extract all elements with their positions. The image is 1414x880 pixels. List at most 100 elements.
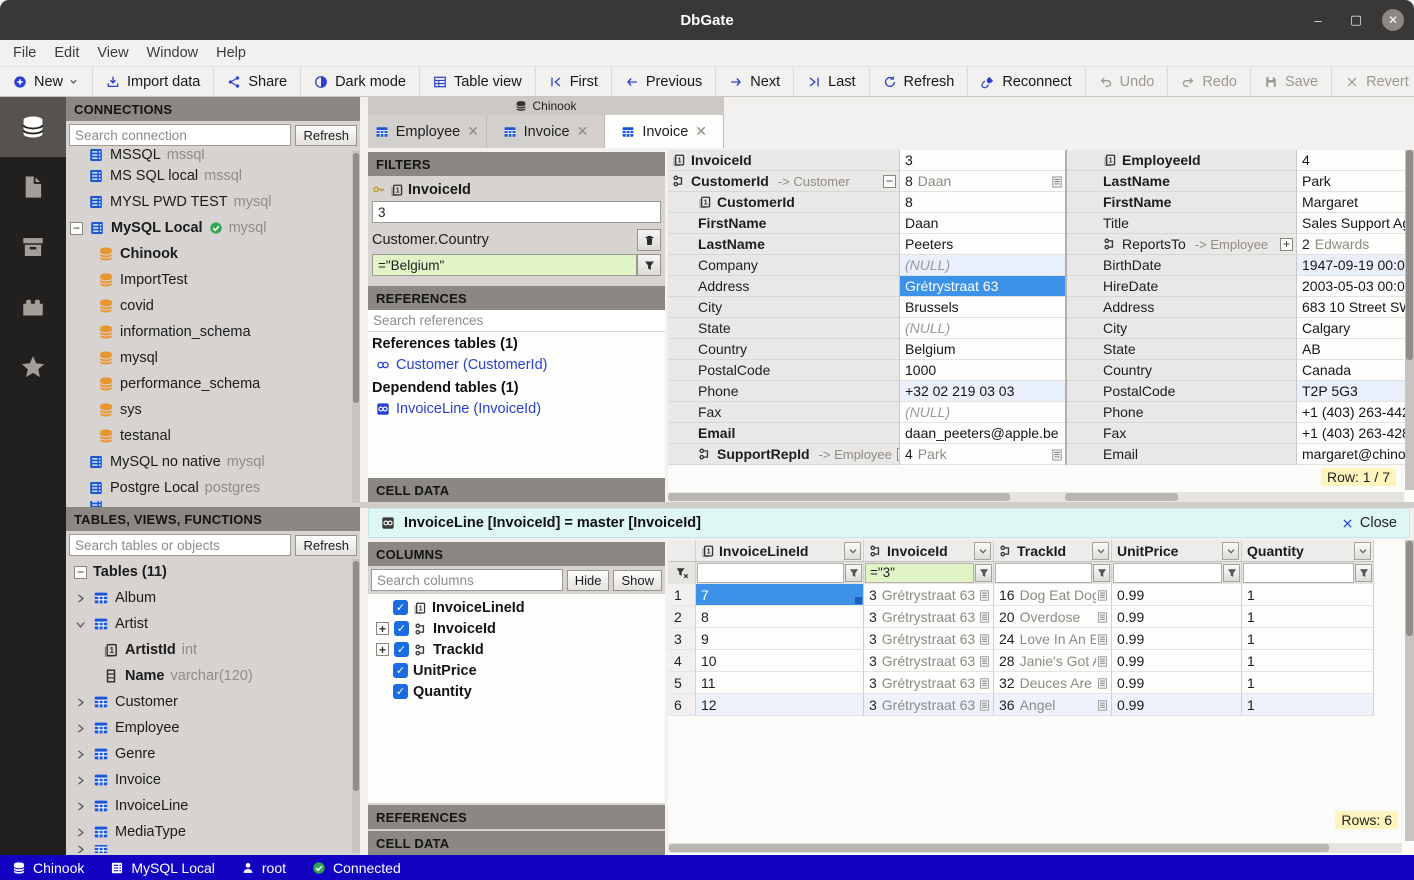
- form-row-fax[interactable]: Fax (NULL): [668, 402, 1065, 423]
- form-row-country[interactable]: Country Canada: [1067, 360, 1414, 381]
- close-button[interactable]: ✕: [1382, 9, 1404, 31]
- chevron-right-icon[interactable]: [74, 774, 87, 787]
- form-field-value[interactable]: (NULL): [900, 402, 1065, 423]
- form-vscrollbar[interactable]: [1405, 150, 1414, 490]
- form-field-value[interactable]: Sales Support Agent: [1297, 213, 1414, 234]
- form-field-value[interactable]: +1 (403) 263-4289: [1297, 423, 1414, 444]
- connection-testanal[interactable]: testanal: [66, 423, 360, 449]
- grid-cell[interactable]: 9: [696, 628, 864, 650]
- toolbar-next-button[interactable]: Next: [716, 67, 794, 96]
- form-row-hiredate[interactable]: HireDate 2003-05-03 00:00:00: [1067, 276, 1414, 297]
- form-row-address[interactable]: Address Grétrystraat 63: [668, 276, 1065, 297]
- toolbar-share-button[interactable]: Share: [214, 67, 301, 96]
- menu-help[interactable]: Help: [207, 45, 255, 61]
- reference-link-invoiceline-invoiceid-[interactable]: InvoiceLine (InvoiceId): [368, 398, 665, 420]
- grid-cell[interactable]: 1: [1242, 584, 1374, 606]
- columns-search-input[interactable]: [371, 569, 563, 591]
- form-field-value[interactable]: Canada: [1297, 360, 1414, 381]
- grid-cell[interactable]: 0.99: [1112, 694, 1242, 716]
- column-item-unitprice[interactable]: ✓ UnitPrice: [368, 660, 665, 681]
- form-field-value[interactable]: 683 10 Street SW: [1297, 297, 1414, 318]
- form-field-value[interactable]: +32 02 219 03 03: [900, 381, 1065, 402]
- connection-mysql-local[interactable]: − MySQL Local mysql: [66, 215, 360, 241]
- toolbar-dark-mode-button[interactable]: Dark mode: [301, 67, 420, 96]
- expand-icon[interactable]: +: [376, 622, 389, 635]
- form-row-postalcode[interactable]: PostalCode T2P 5G3: [1067, 381, 1414, 402]
- minimize-button[interactable]: –: [1306, 8, 1330, 32]
- grid-cell[interactable]: 3Grétrystraat 63: [864, 650, 994, 672]
- chevron-down-icon[interactable]: [74, 618, 87, 631]
- chevron-right-icon[interactable]: [74, 722, 87, 735]
- grid-cell[interactable]: 3Grétrystraat 63: [864, 694, 994, 716]
- grid-cell[interactable]: 12: [696, 694, 864, 716]
- filter-menu-button[interactable]: [637, 254, 661, 276]
- form-hscrollbar[interactable]: [668, 492, 1404, 502]
- form-field-value[interactable]: 2003-05-03 00:00:00: [1297, 276, 1414, 297]
- menu-window[interactable]: Window: [138, 45, 208, 61]
- tables-search-input[interactable]: [69, 534, 291, 556]
- column-checkbox[interactable]: ✓: [394, 621, 409, 636]
- filter-input[interactable]: ="3": [865, 563, 974, 583]
- form-row-address[interactable]: Address 683 10 Street SW: [1067, 297, 1414, 318]
- form-row-birthdate[interactable]: BirthDate 1947-09-19 00:00:00: [1067, 255, 1414, 276]
- form-field-value[interactable]: margaret@chinookcorp.com: [1297, 444, 1414, 465]
- maximize-button[interactable]: ▢: [1344, 8, 1368, 32]
- form-row-city[interactable]: City Brussels: [668, 297, 1065, 318]
- connection-item[interactable]: [66, 501, 360, 507]
- connection-mysql[interactable]: mysql: [66, 345, 360, 371]
- remove-filter-button[interactable]: [637, 229, 661, 251]
- reference-link-customer-customerid-[interactable]: Customer (CustomerId): [368, 354, 665, 376]
- form-row-company[interactable]: Company (NULL): [668, 255, 1065, 276]
- rail-favorites[interactable]: [0, 337, 66, 397]
- toolbar-new-button[interactable]: New: [0, 67, 93, 96]
- form-field-value[interactable]: 4Park: [900, 444, 1065, 465]
- form-row-lastname[interactable]: LastName Park: [1067, 171, 1414, 192]
- grid-hscrollbar[interactable]: [668, 843, 1402, 853]
- column-checkbox[interactable]: ✓: [393, 600, 408, 615]
- row-number[interactable]: 1: [668, 584, 696, 606]
- form-row-state[interactable]: State (NULL): [668, 318, 1065, 339]
- connections-refresh-button[interactable]: Refresh: [295, 125, 357, 146]
- tree-item-tables-11-[interactable]: −Tables (11): [66, 559, 360, 585]
- grid-cell[interactable]: 0.99: [1112, 584, 1242, 606]
- toolbar-save-button[interactable]: Save: [1251, 67, 1332, 96]
- tree-item-genre[interactable]: Genre: [66, 741, 360, 767]
- toolbar-revert-button[interactable]: Revert: [1332, 67, 1414, 96]
- grid-cell[interactable]: 36Angel: [994, 694, 1112, 716]
- form-field-value[interactable]: 1000: [900, 360, 1065, 381]
- expand-icon[interactable]: +: [1280, 238, 1293, 251]
- grid-cell[interactable]: 11: [696, 672, 864, 694]
- chevron-right-icon[interactable]: [74, 845, 87, 853]
- column-item-invoicelineid[interactable]: ✓ 1 InvoiceLineId: [368, 597, 665, 618]
- grid-header-unitprice[interactable]: UnitPrice: [1112, 540, 1242, 562]
- connection-mssql[interactable]: MSSQL mssql: [66, 149, 360, 163]
- form-row-title[interactable]: Title Sales Support Agent: [1067, 213, 1414, 234]
- grid-cell[interactable]: 0.99: [1112, 628, 1242, 650]
- form-field-value[interactable]: Brussels: [900, 297, 1065, 318]
- filter-button[interactable]: [1355, 564, 1372, 582]
- grid-vscrollbar[interactable]: [1405, 540, 1414, 841]
- filter-input[interactable]: [1243, 563, 1354, 583]
- column-item-quantity[interactable]: ✓ Quantity: [368, 681, 665, 702]
- rail-files[interactable]: [0, 157, 66, 217]
- connections-search-input[interactable]: [69, 124, 291, 146]
- row-number[interactable]: 5: [668, 672, 696, 694]
- chevron-right-icon[interactable]: [74, 592, 87, 605]
- grid-cell[interactable]: 28Janie's Got A Gun: [994, 650, 1112, 672]
- form-row-invoiceid[interactable]: 1 InvoiceId 3: [668, 150, 1065, 171]
- rail-archive[interactable]: [0, 217, 66, 277]
- grid-cell[interactable]: 1: [1242, 650, 1374, 672]
- filter-button[interactable]: [1223, 564, 1240, 582]
- chevron-right-icon[interactable]: [74, 696, 87, 709]
- toolbar-reconnect-button[interactable]: Reconnect: [968, 67, 1085, 96]
- tree-item-item[interactable]: [66, 845, 360, 853]
- form-row-customerid[interactable]: CustomerId -> Customer − 8Daan: [668, 171, 1065, 192]
- filter-input[interactable]: [697, 563, 844, 583]
- grid-cell[interactable]: 3Grétrystraat 63: [864, 628, 994, 650]
- column-menu-button[interactable]: [1092, 542, 1109, 560]
- column-menu-button[interactable]: [844, 542, 861, 560]
- row-number[interactable]: 2: [668, 606, 696, 628]
- form-row-email[interactable]: Email daan_peeters@apple.be: [668, 423, 1065, 444]
- grid-cell[interactable]: 1: [1242, 628, 1374, 650]
- row-number[interactable]: 6: [668, 694, 696, 716]
